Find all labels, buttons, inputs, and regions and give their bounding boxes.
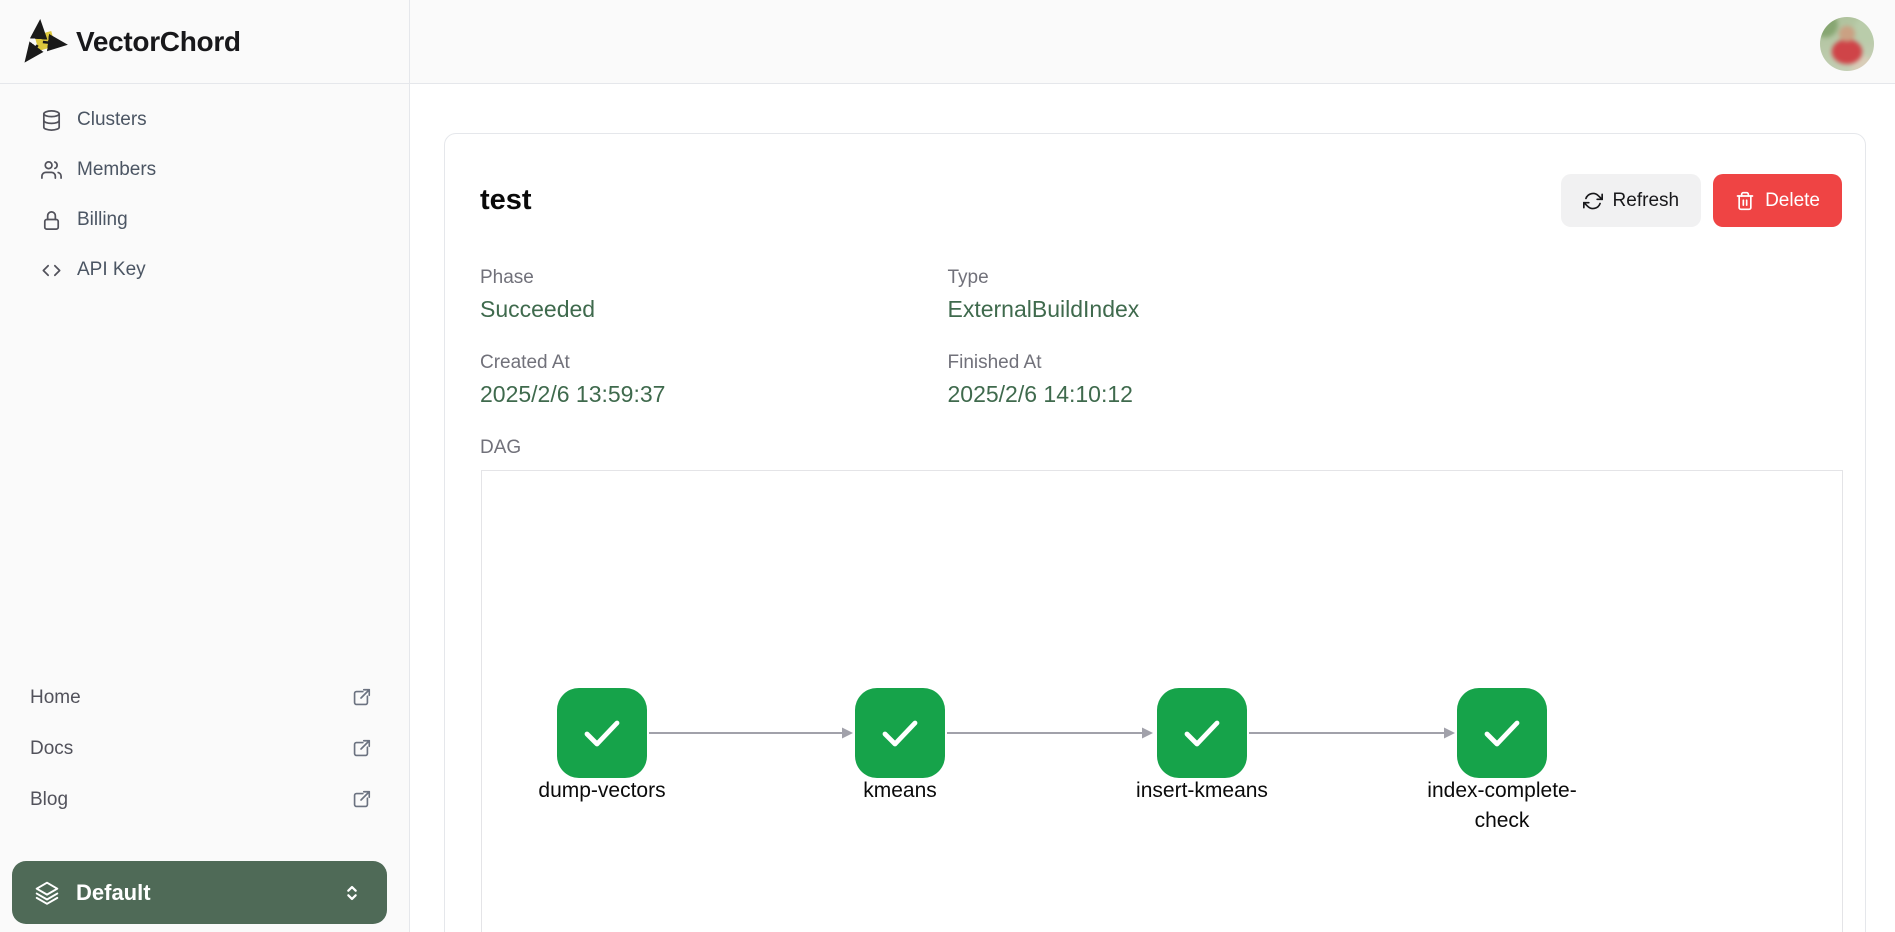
field-value: 2025/2/6 14:10:12: [948, 381, 1416, 408]
delete-button[interactable]: Delete: [1713, 174, 1842, 227]
dag-node-dump-vectors[interactable]: [557, 688, 647, 778]
sidebar-item-label: Clusters: [77, 109, 147, 131]
field-value: 2025/2/6 13:59:37: [480, 381, 948, 408]
sidebar-external-links: Home Docs Blog: [0, 672, 409, 861]
page-content: test Refresh: [410, 84, 1895, 932]
sidebar-item-members[interactable]: Members: [0, 145, 409, 195]
users-icon: [40, 159, 63, 182]
check-icon: [1478, 709, 1526, 757]
database-icon: [40, 109, 63, 132]
external-link-icon: [350, 687, 372, 709]
dag-node-label: kmeans: [815, 776, 985, 806]
check-icon: [876, 709, 924, 757]
external-link-icon: [350, 738, 372, 760]
field-finished-at: Finished At 2025/2/6 14:10:12: [948, 352, 1416, 408]
link-label: Home: [30, 687, 350, 709]
user-avatar-photo: [1820, 17, 1874, 71]
top-bar: [410, 0, 1895, 84]
brand-name: VectorChord: [76, 26, 241, 58]
brand-logo[interactable]: VectorChord: [0, 0, 409, 84]
link-label: Blog: [30, 789, 350, 811]
card-header: test Refresh: [445, 134, 1865, 227]
external-link-icon: [350, 789, 372, 811]
sidebar-item-api-key[interactable]: API Key: [0, 245, 409, 295]
sidebar-spacer: [0, 295, 409, 672]
delete-button-label: Delete: [1765, 190, 1820, 212]
dag-section-label: DAG: [480, 437, 1865, 459]
lock-icon: [40, 209, 63, 232]
workspace-name: Default: [76, 880, 325, 906]
field-label: Finished At: [948, 352, 1416, 374]
field-value: Succeeded: [480, 296, 948, 323]
sidebar: VectorChord Clusters Members: [0, 0, 410, 932]
layers-icon: [34, 880, 60, 906]
main-area: test Refresh: [410, 0, 1895, 932]
sidebar-item-clusters[interactable]: Clusters: [0, 95, 409, 145]
sidebar-nav: Clusters Members Billing API Key: [0, 84, 409, 295]
dag-node-index-complete-check[interactable]: [1457, 688, 1547, 778]
sidebar-link-home[interactable]: Home: [0, 672, 409, 723]
field-created-at: Created At 2025/2/6 13:59:37: [480, 352, 948, 408]
sidebar-item-label: Members: [77, 159, 156, 181]
job-fields-grid: Phase Succeeded Type ExternalBuildIndex …: [480, 267, 1415, 408]
field-label: Phase: [480, 267, 948, 289]
code-icon: [40, 259, 63, 282]
sidebar-link-blog[interactable]: Blog: [0, 774, 409, 825]
dag-node-label: dump-vectors: [517, 776, 687, 806]
field-label: Created At: [480, 352, 948, 374]
refresh-icon: [1583, 191, 1603, 211]
sidebar-item-billing[interactable]: Billing: [0, 195, 409, 245]
trash-icon: [1735, 191, 1755, 211]
chevron-up-down-icon: [341, 882, 363, 904]
sidebar-link-docs[interactable]: Docs: [0, 723, 409, 774]
sidebar-item-label: Billing: [77, 209, 128, 231]
job-detail-card: test Refresh: [444, 133, 1866, 932]
check-icon: [1178, 709, 1226, 757]
refresh-button-label: Refresh: [1613, 190, 1680, 212]
field-label: Type: [948, 267, 1416, 289]
workspace-selector[interactable]: Default: [12, 861, 387, 924]
field-phase: Phase Succeeded: [480, 267, 948, 323]
link-label: Docs: [30, 738, 350, 760]
page-title: test: [480, 184, 532, 217]
field-value: ExternalBuildIndex: [948, 296, 1416, 323]
card-actions: Refresh Delete: [1561, 174, 1842, 227]
refresh-button[interactable]: Refresh: [1561, 174, 1702, 227]
check-icon: [578, 709, 626, 757]
dag-node-insert-kmeans[interactable]: [1157, 688, 1247, 778]
dag-node-label: insert-kmeans: [1117, 776, 1287, 806]
user-avatar[interactable]: [1820, 17, 1874, 71]
dag-flow-canvas[interactable]: dump-vectors kmeans insert-kmeans index-…: [481, 470, 1843, 932]
sidebar-item-label: API Key: [77, 259, 146, 281]
field-type: Type ExternalBuildIndex: [948, 267, 1416, 323]
dag-node-kmeans[interactable]: [855, 688, 945, 778]
axes-cube-logo-icon: [22, 18, 70, 66]
dag-node-label: index-complete-check: [1417, 776, 1587, 837]
